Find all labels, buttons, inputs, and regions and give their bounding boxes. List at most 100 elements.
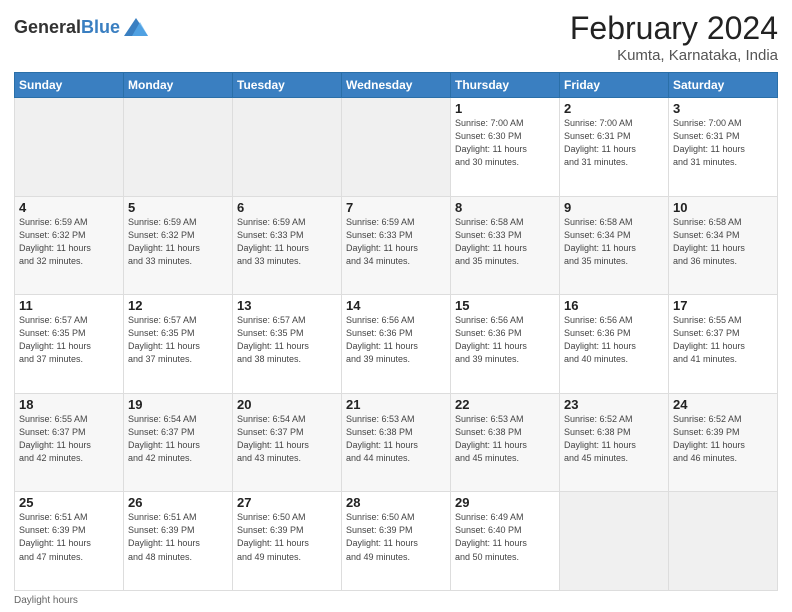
- calendar-cell: 10Sunrise: 6:58 AM Sunset: 6:34 PM Dayli…: [669, 196, 778, 295]
- day-number: 4: [19, 200, 119, 215]
- calendar-cell: 11Sunrise: 6:57 AM Sunset: 6:35 PM Dayli…: [15, 295, 124, 394]
- col-wednesday: Wednesday: [342, 73, 451, 98]
- day-info: Sunrise: 6:56 AM Sunset: 6:36 PM Dayligh…: [346, 314, 446, 366]
- logo-icon: [122, 14, 150, 42]
- day-number: 7: [346, 200, 446, 215]
- day-number: 29: [455, 495, 555, 510]
- day-info: Sunrise: 6:59 AM Sunset: 6:33 PM Dayligh…: [237, 216, 337, 268]
- day-info: Sunrise: 6:51 AM Sunset: 6:39 PM Dayligh…: [128, 511, 228, 563]
- day-number: 14: [346, 298, 446, 313]
- day-info: Sunrise: 6:58 AM Sunset: 6:33 PM Dayligh…: [455, 216, 555, 268]
- week-row-5: 25Sunrise: 6:51 AM Sunset: 6:39 PM Dayli…: [15, 492, 778, 591]
- day-info: Sunrise: 6:49 AM Sunset: 6:40 PM Dayligh…: [455, 511, 555, 563]
- day-info: Sunrise: 6:57 AM Sunset: 6:35 PM Dayligh…: [128, 314, 228, 366]
- calendar-header: Sunday Monday Tuesday Wednesday Thursday…: [15, 73, 778, 98]
- day-number: 3: [673, 101, 773, 116]
- day-number: 16: [564, 298, 664, 313]
- day-info: Sunrise: 6:54 AM Sunset: 6:37 PM Dayligh…: [128, 413, 228, 465]
- week-row-2: 4 Sunrise: 6:59 AM Sunset: 6:32 PM Daylig…: [15, 196, 778, 295]
- header-row: Sunday Monday Tuesday Wednesday Thursday…: [15, 73, 778, 98]
- day-number: 9: [564, 200, 664, 215]
- day-number: 13: [237, 298, 337, 313]
- day-number: 22: [455, 397, 555, 412]
- calendar-cell: [342, 98, 451, 197]
- calendar-cell: 14Sunrise: 6:56 AM Sunset: 6:36 PM Dayli…: [342, 295, 451, 394]
- day-number: 21: [346, 397, 446, 412]
- day-info: Sunrise: 6:51 AM Sunset: 6:39 PM Dayligh…: [19, 511, 119, 563]
- day-info: Sunrise: 6:55 AM Sunset: 6:37 PM Dayligh…: [19, 413, 119, 465]
- calendar-cell: 19Sunrise: 6:54 AM Sunset: 6:37 PM Dayli…: [124, 393, 233, 492]
- calendar-cell: 20Sunrise: 6:54 AM Sunset: 6:37 PM Dayli…: [233, 393, 342, 492]
- day-info: Sunrise: 7:00 AM Sunset: 6:31 PM Dayligh…: [564, 117, 664, 169]
- day-info: Sunrise: 6:53 AM Sunset: 6:38 PM Dayligh…: [346, 413, 446, 465]
- title-block: February 2024 Kumta, Karnataka, India: [570, 10, 778, 64]
- calendar-cell: 12Sunrise: 6:57 AM Sunset: 6:35 PM Dayli…: [124, 295, 233, 394]
- day-number: 2: [564, 101, 664, 116]
- calendar-cell: 1Sunrise: 7:00 AM Sunset: 6:30 PM Daylig…: [451, 98, 560, 197]
- day-info: Sunrise: 6:54 AM Sunset: 6:37 PM Dayligh…: [237, 413, 337, 465]
- calendar-cell: [560, 492, 669, 591]
- day-number: 24: [673, 397, 773, 412]
- calendar-cell: 3Sunrise: 7:00 AM Sunset: 6:31 PM Daylig…: [669, 98, 778, 197]
- col-tuesday: Tuesday: [233, 73, 342, 98]
- calendar-cell: 4Sunrise: 6:59 AM Sunset: 6:32 PM Daylig…: [15, 196, 124, 295]
- logo-blue: Blue: [81, 17, 120, 37]
- day-info: Sunrise: 6:56 AM Sunset: 6:36 PM Dayligh…: [564, 314, 664, 366]
- calendar-cell: 17Sunrise: 6:55 AM Sunset: 6:37 PM Dayli…: [669, 295, 778, 394]
- header: GeneralBlue February 2024 Kumta, Karnata…: [14, 10, 778, 64]
- calendar-cell: 29Sunrise: 6:49 AM Sunset: 6:40 PM Dayli…: [451, 492, 560, 591]
- logo: GeneralBlue: [14, 14, 150, 42]
- calendar-cell: 27Sunrise: 6:50 AM Sunset: 6:39 PM Dayli…: [233, 492, 342, 591]
- col-monday: Monday: [124, 73, 233, 98]
- calendar-cell: 9Sunrise: 6:58 AM Sunset: 6:34 PM Daylig…: [560, 196, 669, 295]
- calendar-cell: 25Sunrise: 6:51 AM Sunset: 6:39 PM Dayli…: [15, 492, 124, 591]
- calendar-cell: 23Sunrise: 6:52 AM Sunset: 6:38 PM Dayli…: [560, 393, 669, 492]
- page: GeneralBlue February 2024 Kumta, Karnata…: [0, 0, 792, 612]
- day-number: 6: [237, 200, 337, 215]
- calendar-body: 1Sunrise: 7:00 AM Sunset: 6:30 PM Daylig…: [15, 98, 778, 591]
- calendar-cell: 7Sunrise: 6:59 AM Sunset: 6:33 PM Daylig…: [342, 196, 451, 295]
- day-info: Sunrise: 6:55 AM Sunset: 6:37 PM Dayligh…: [673, 314, 773, 366]
- day-number: 26: [128, 495, 228, 510]
- day-number: 19: [128, 397, 228, 412]
- day-number: 5: [128, 200, 228, 215]
- calendar-cell: [15, 98, 124, 197]
- calendar-cell: 21Sunrise: 6:53 AM Sunset: 6:38 PM Dayli…: [342, 393, 451, 492]
- logo-text: GeneralBlue: [14, 18, 120, 38]
- day-info: Sunrise: 7:00 AM Sunset: 6:31 PM Dayligh…: [673, 117, 773, 169]
- day-info: Sunrise: 6:59 AM Sunset: 6:33 PM Dayligh…: [346, 216, 446, 268]
- week-row-3: 11Sunrise: 6:57 AM Sunset: 6:35 PM Dayli…: [15, 295, 778, 394]
- logo-general: General: [14, 17, 81, 37]
- week-row-1: 1Sunrise: 7:00 AM Sunset: 6:30 PM Daylig…: [15, 98, 778, 197]
- day-number: 8: [455, 200, 555, 215]
- calendar-cell: 2Sunrise: 7:00 AM Sunset: 6:31 PM Daylig…: [560, 98, 669, 197]
- day-info: Sunrise: 6:58 AM Sunset: 6:34 PM Dayligh…: [564, 216, 664, 268]
- day-number: 15: [455, 298, 555, 313]
- day-number: 12: [128, 298, 228, 313]
- day-number: 17: [673, 298, 773, 313]
- calendar-cell: 5Sunrise: 6:59 AM Sunset: 6:32 PM Daylig…: [124, 196, 233, 295]
- calendar-cell: 8Sunrise: 6:58 AM Sunset: 6:33 PM Daylig…: [451, 196, 560, 295]
- calendar-cell: 16Sunrise: 6:56 AM Sunset: 6:36 PM Dayli…: [560, 295, 669, 394]
- calendar-cell: 26Sunrise: 6:51 AM Sunset: 6:39 PM Dayli…: [124, 492, 233, 591]
- day-info: Sunrise: 6:59 AM Sunset: 6:32 PM Dayligh…: [128, 216, 228, 268]
- day-info: Sunrise: 6:52 AM Sunset: 6:38 PM Dayligh…: [564, 413, 664, 465]
- col-saturday: Saturday: [669, 73, 778, 98]
- calendar-title: February 2024: [570, 10, 778, 47]
- calendar-cell: 22Sunrise: 6:53 AM Sunset: 6:38 PM Dayli…: [451, 393, 560, 492]
- day-info: Sunrise: 6:58 AM Sunset: 6:34 PM Dayligh…: [673, 216, 773, 268]
- day-info: Sunrise: 6:53 AM Sunset: 6:38 PM Dayligh…: [455, 413, 555, 465]
- calendar-subtitle: Kumta, Karnataka, India: [570, 47, 778, 64]
- day-number: 25: [19, 495, 119, 510]
- day-info: Sunrise: 6:57 AM Sunset: 6:35 PM Dayligh…: [237, 314, 337, 366]
- calendar-cell: 18Sunrise: 6:55 AM Sunset: 6:37 PM Dayli…: [15, 393, 124, 492]
- calendar-cell: 28Sunrise: 6:50 AM Sunset: 6:39 PM Dayli…: [342, 492, 451, 591]
- calendar-cell: 13Sunrise: 6:57 AM Sunset: 6:35 PM Dayli…: [233, 295, 342, 394]
- calendar-cell: [669, 492, 778, 591]
- day-number: 28: [346, 495, 446, 510]
- day-number: 1: [455, 101, 555, 116]
- week-row-4: 18Sunrise: 6:55 AM Sunset: 6:37 PM Dayli…: [15, 393, 778, 492]
- day-info: Sunrise: 6:57 AM Sunset: 6:35 PM Dayligh…: [19, 314, 119, 366]
- calendar-table: Sunday Monday Tuesday Wednesday Thursday…: [14, 72, 778, 591]
- footer-note: Daylight hours: [14, 595, 778, 606]
